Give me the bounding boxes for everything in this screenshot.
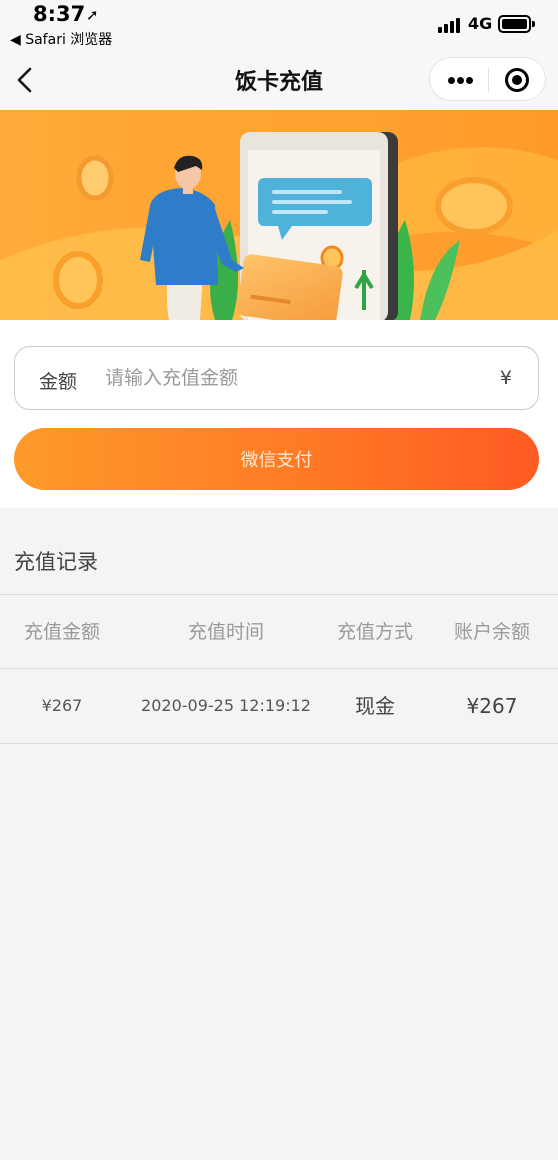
back-to-safari-link[interactable]: ◀ Safari 浏览器 — [10, 29, 112, 49]
record-method: 现金 — [355, 694, 395, 718]
column-header-method: 充值方式 — [336, 621, 413, 643]
record-time: 2020-09-25 12:19:12 — [141, 696, 311, 715]
amount-input[interactable] — [105, 361, 485, 395]
wechat-pay-button[interactable]: 微信支付 — [14, 428, 539, 490]
status-time: 8:37 — [33, 2, 86, 26]
more-icon[interactable] — [448, 77, 474, 85]
record-balance: ¥267 — [466, 694, 518, 718]
records-title: 充值记录 — [14, 550, 98, 574]
close-mini-program-icon[interactable] — [505, 68, 529, 92]
capsule-divider — [488, 68, 489, 92]
recharge-form: 金额 ¥ 微信支付 — [0, 320, 558, 508]
amount-label: 金额 — [39, 371, 78, 393]
column-header-amount: 充值金额 — [23, 621, 100, 643]
mini-program-capsule — [429, 57, 546, 101]
amount-field[interactable]: 金额 ¥ — [14, 346, 539, 410]
table-row: ¥267 2020-09-25 12:19:12 现金 ¥267 — [0, 669, 558, 744]
banner-illustration — [0, 110, 558, 320]
status-bar: 8:37 ➚ ◀ Safari 浏览器 4G — [0, 0, 558, 50]
signal-icon — [438, 17, 464, 33]
record-amount: ¥267 — [41, 696, 83, 715]
location-arrow-icon: ➚ — [86, 6, 99, 24]
records-table-header: 充值金额 充值时间 充值方式 账户余额 — [0, 594, 558, 669]
recharge-illustration — [0, 110, 558, 320]
column-header-time: 充值时间 — [187, 621, 264, 643]
column-header-balance: 账户余额 — [453, 621, 530, 643]
nav-bar: 饭卡充值 — [0, 50, 558, 110]
currency-symbol: ¥ — [499, 367, 512, 389]
battery-icon — [498, 15, 535, 33]
network-type: 4G — [468, 14, 493, 33]
